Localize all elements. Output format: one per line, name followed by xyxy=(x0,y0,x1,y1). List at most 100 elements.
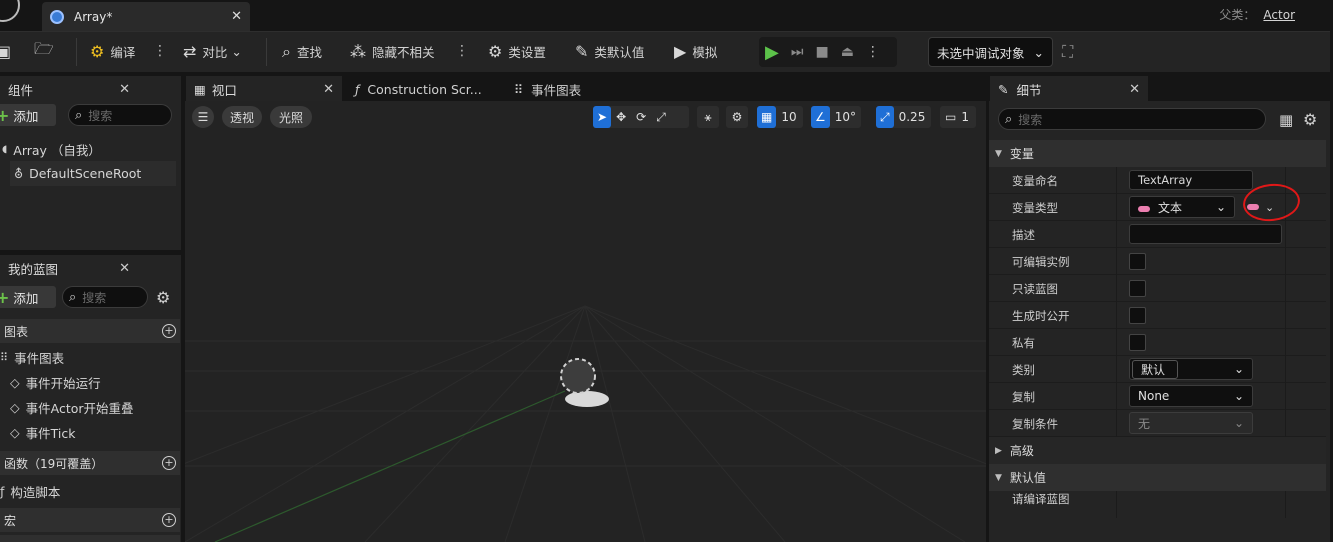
grid-snap-toggle[interactable]: ▦ 10 xyxy=(757,106,803,128)
tab-event-graph[interactable]: ⠿ 事件图表 xyxy=(514,76,581,102)
class-settings-button[interactable]: ⚙ 类设置 xyxy=(488,31,546,72)
search-icon: ⌕ xyxy=(69,289,77,305)
event-graph-item[interactable]: ⠿ 事件图表 xyxy=(0,345,64,370)
tab-construction-script[interactable]: ƒ Construction Scr... xyxy=(355,76,482,102)
category-label: 类别 xyxy=(1012,363,1035,377)
camera-speed-value: 1 xyxy=(961,110,969,124)
functions-section-header[interactable]: 函数（19可覆盖） + xyxy=(0,451,180,475)
close-icon[interactable]: ✕ xyxy=(119,261,130,276)
surface-snap-icon[interactable]: ⚙ xyxy=(726,106,748,128)
blueprint-readonly-checkbox[interactable] xyxy=(1129,280,1146,297)
chevron-down-icon: ⌄ xyxy=(231,44,242,59)
add-blueprint-item-button[interactable]: + 添加 xyxy=(0,286,56,308)
eject-icon[interactable]: ⏏ xyxy=(841,44,854,60)
chevron-down-icon: ⌄ xyxy=(1033,44,1044,60)
event-begin-play[interactable]: ◇ 事件开始运行 xyxy=(10,370,101,395)
parent-class-link[interactable]: Actor xyxy=(1263,8,1295,22)
details-search-input[interactable]: ⌕ 搜索 xyxy=(998,108,1266,130)
variable-name-input[interactable]: TextArray xyxy=(1129,170,1253,190)
viewport-menu-button[interactable]: ☰ xyxy=(192,106,214,128)
chevron-down-icon: ⌄ xyxy=(1233,362,1244,376)
blueprint-search-input[interactable]: ⌕ 搜索 xyxy=(62,286,148,308)
variable-type-label: 变量类型 xyxy=(1012,201,1058,215)
gear-icon[interactable]: ⚙ xyxy=(156,288,170,307)
add-graph-icon[interactable]: + xyxy=(162,324,176,338)
gear-icon[interactable]: ⚙ xyxy=(1303,110,1317,129)
event-tick[interactable]: ◇ 事件Tick xyxy=(10,420,75,445)
camera-speed-button[interactable]: ▭ 1 xyxy=(940,106,976,128)
construction-script-item[interactable]: ƒ 构造脚本 xyxy=(0,479,60,504)
class-defaults-icon: ✎ xyxy=(575,42,589,61)
play-options-icon[interactable]: ⋮ xyxy=(866,44,880,60)
macros-section-header[interactable]: 宏 + xyxy=(0,508,180,532)
simulate-label: 模拟 xyxy=(692,45,718,60)
replication-select[interactable]: None ⌄ xyxy=(1129,385,1253,407)
move-icon[interactable]: ✥ xyxy=(616,110,626,124)
construction-script-label: 构造脚本 xyxy=(10,485,61,500)
variable-type-select[interactable]: 文本 ⌄ xyxy=(1129,196,1235,218)
stop-icon[interactable]: ■ xyxy=(815,44,828,60)
replication-value: None xyxy=(1138,389,1170,403)
viewport[interactable] xyxy=(185,101,986,542)
event-graph-tab-label: 事件图表 xyxy=(531,82,582,98)
chevron-down-icon: ▼ xyxy=(995,472,1002,483)
instance-editable-checkbox[interactable] xyxy=(1129,253,1146,270)
document-tab[interactable]: Array* ✕ xyxy=(42,2,250,31)
rotation-snap-toggle[interactable]: ∠ 10° xyxy=(811,106,861,128)
event-actor-begin-overlap[interactable]: ◇ 事件Actor开始重叠 xyxy=(10,395,134,420)
scale-icon[interactable]: ⤢ xyxy=(656,110,666,125)
row-replication: 复制 None ⌄ xyxy=(989,383,1326,410)
event-label: 事件开始运行 xyxy=(25,376,101,391)
description-input[interactable] xyxy=(1129,224,1282,244)
close-icon[interactable]: ✕ xyxy=(231,9,242,24)
diff-button[interactable]: ⇄ 对比 ⌄ xyxy=(183,31,242,72)
lit-button[interactable]: 光照 xyxy=(270,106,312,128)
variable-section-header[interactable]: ▼ 变量 xyxy=(989,140,1326,167)
component-root[interactable]: ◖ Array （自我） xyxy=(2,137,101,162)
scale-snap-toggle[interactable]: ⤢ 0.25 xyxy=(876,106,931,128)
compile-options-icon[interactable]: ⋮ xyxy=(153,42,167,60)
blueprint-icon: ◖ xyxy=(2,144,8,155)
step-icon[interactable]: ⏭ xyxy=(791,44,804,60)
add-component-button[interactable]: + 添加 xyxy=(0,104,56,126)
tab-details[interactable]: ✎ 细节 ✕ xyxy=(990,76,1148,102)
default-value-section-header[interactable]: ▼ 默认值 xyxy=(989,464,1326,491)
find-button[interactable]: ⌕ 查找 xyxy=(282,31,322,72)
components-search-input[interactable]: ⌕ 搜索 xyxy=(68,104,172,126)
coordinate-space-icon[interactable]: ⚹ xyxy=(697,106,719,128)
replication-condition-select[interactable]: 无 ⌄ xyxy=(1129,412,1253,434)
simulate-button[interactable]: ▶ 模拟 xyxy=(674,31,717,72)
tab-my-blueprint[interactable]: 我的蓝图 ✕ xyxy=(0,255,138,281)
add-function-icon[interactable]: + xyxy=(162,456,176,470)
add-macro-icon[interactable]: + xyxy=(162,513,176,527)
play-icon[interactable]: ▶ xyxy=(765,42,779,63)
component-default-scene-root[interactable]: ⛢ DefaultSceneRoot xyxy=(10,161,176,186)
close-icon[interactable]: ✕ xyxy=(1129,82,1140,97)
table-view-icon[interactable]: ▦ xyxy=(1279,111,1293,129)
close-icon[interactable]: ✕ xyxy=(119,82,130,97)
advanced-section-header[interactable]: ▶ 高级 xyxy=(989,437,1326,464)
rotate-icon[interactable]: ⟳ xyxy=(636,110,646,124)
private-checkbox[interactable] xyxy=(1129,334,1146,351)
blueprint-readonly-label: 只读蓝图 xyxy=(1012,282,1058,296)
category-value: 默认 xyxy=(1132,359,1179,379)
hide-unrelated-button[interactable]: ⁂ 隐藏不相关 xyxy=(350,31,435,72)
save-button[interactable]: ▣ xyxy=(0,31,17,72)
close-icon[interactable]: ✕ xyxy=(323,82,334,97)
compile-button[interactable]: ⚙ 编译 xyxy=(90,31,135,72)
debug-target-select[interactable]: 未选中调试对象 ⌄ xyxy=(928,37,1053,67)
hamburger-icon: ☰ xyxy=(197,110,209,124)
select-icon[interactable]: ➤ xyxy=(593,106,612,128)
debug-options-button[interactable]: ⛶ xyxy=(1062,31,1079,72)
browse-button[interactable]: 🗁 xyxy=(34,31,60,72)
category-select[interactable]: 默认 ⌄ xyxy=(1129,358,1253,380)
tab-components[interactable]: 组件 ✕ xyxy=(0,76,138,102)
chevron-down-icon: ⌄ xyxy=(1215,200,1226,214)
tab-viewport[interactable]: ▦ 视口 ✕ xyxy=(186,76,342,102)
class-defaults-button[interactable]: ✎ 类默认值 xyxy=(575,31,644,72)
grid-icon: ▦ xyxy=(757,106,777,128)
more-options-icon[interactable]: ⋮ xyxy=(455,42,469,60)
graphs-section-header[interactable]: 图表 + xyxy=(0,319,180,343)
expose-on-spawn-checkbox[interactable] xyxy=(1129,307,1146,324)
perspective-button[interactable]: 透视 xyxy=(222,106,262,128)
